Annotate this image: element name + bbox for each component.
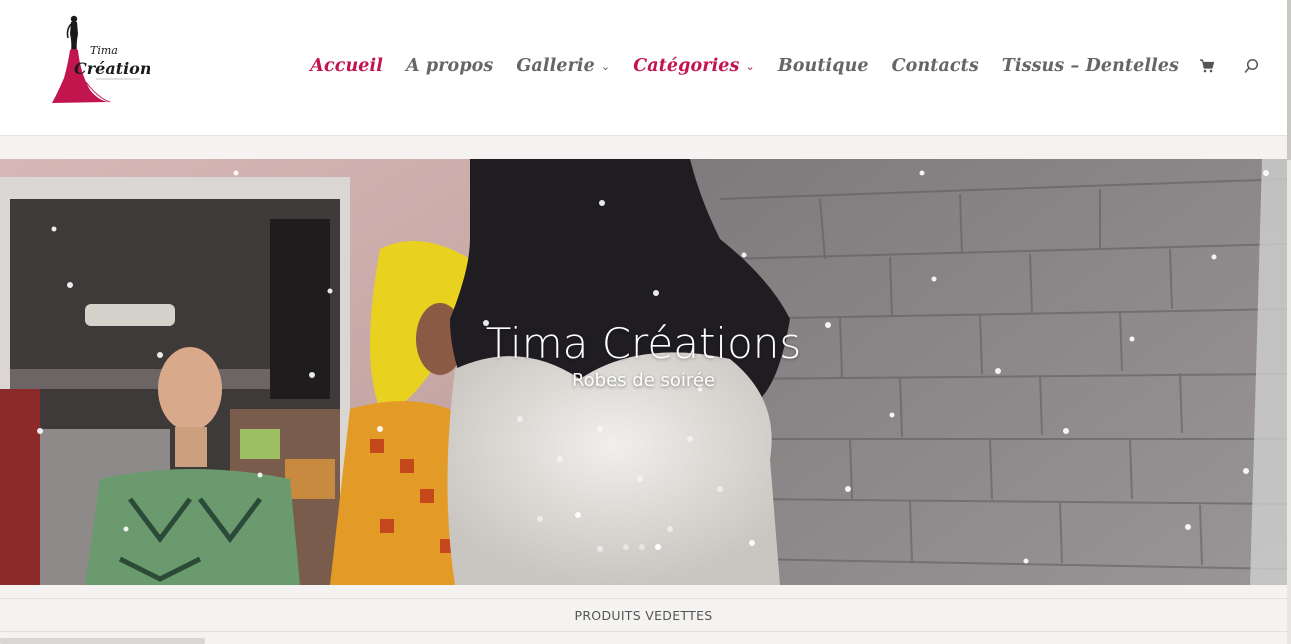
nav-label: Accueil (310, 56, 384, 76)
nav-label: Catégories (633, 56, 740, 76)
slider-dot[interactable] (623, 544, 629, 550)
hero-title: Tima Créations (485, 319, 802, 368)
chevron-down-icon: ⌄ (745, 59, 755, 73)
logo-text-creation: Création (74, 59, 150, 78)
slider-pagination (623, 544, 671, 550)
logo-text-tima: Tima (90, 44, 118, 57)
nav-label: Tissus – Dentelles (1001, 56, 1179, 76)
nav-item-boutique[interactable]: Boutique (778, 56, 869, 76)
featured-products-header: PRODUITS VEDETTES (0, 598, 1287, 632)
nav-label: Gallerie (516, 56, 595, 76)
horizontal-scrollbar[interactable] (0, 638, 205, 644)
featured-products-label: PRODUITS VEDETTES (574, 607, 713, 623)
chevron-down-icon: ⌄ (600, 59, 611, 73)
nav-label: A propos (406, 56, 494, 76)
cart-icon[interactable] (1199, 59, 1215, 73)
nav-label: Contacts (891, 56, 979, 76)
nav-item-contacts[interactable]: Contacts (892, 56, 979, 76)
slider-dot[interactable] (639, 544, 645, 550)
scrollbar-thumb[interactable] (1287, 0, 1291, 160)
nav-item-tissus-dentelles[interactable]: Tissus – Dentelles (1002, 56, 1179, 76)
search-icon[interactable] (1243, 58, 1259, 74)
main-nav: Accueil A propos Gallerie ⌄ Catégories ⌄… (287, 52, 1259, 80)
hero-subtitle: Robes de soirée (571, 370, 716, 391)
nav-item-a-propos[interactable]: A propos (406, 56, 493, 76)
nav-item-accueil[interactable]: Accueil (310, 56, 383, 76)
site-header: Tima Création Accueil A propos Gallerie … (0, 0, 1287, 136)
slider-dot-active[interactable] (655, 544, 661, 550)
nav-item-categories[interactable]: Catégories ⌄ (633, 56, 755, 76)
hero-slider[interactable]: Tima Créations Robes de soirée (0, 159, 1287, 585)
dress-silhouette-logo-icon: Tima Création (52, 15, 151, 103)
nav-item-gallerie[interactable]: Gallerie ⌄ (516, 56, 610, 76)
nav-label: Boutique (777, 56, 869, 76)
site-logo[interactable]: Tima Création (46, 12, 151, 108)
